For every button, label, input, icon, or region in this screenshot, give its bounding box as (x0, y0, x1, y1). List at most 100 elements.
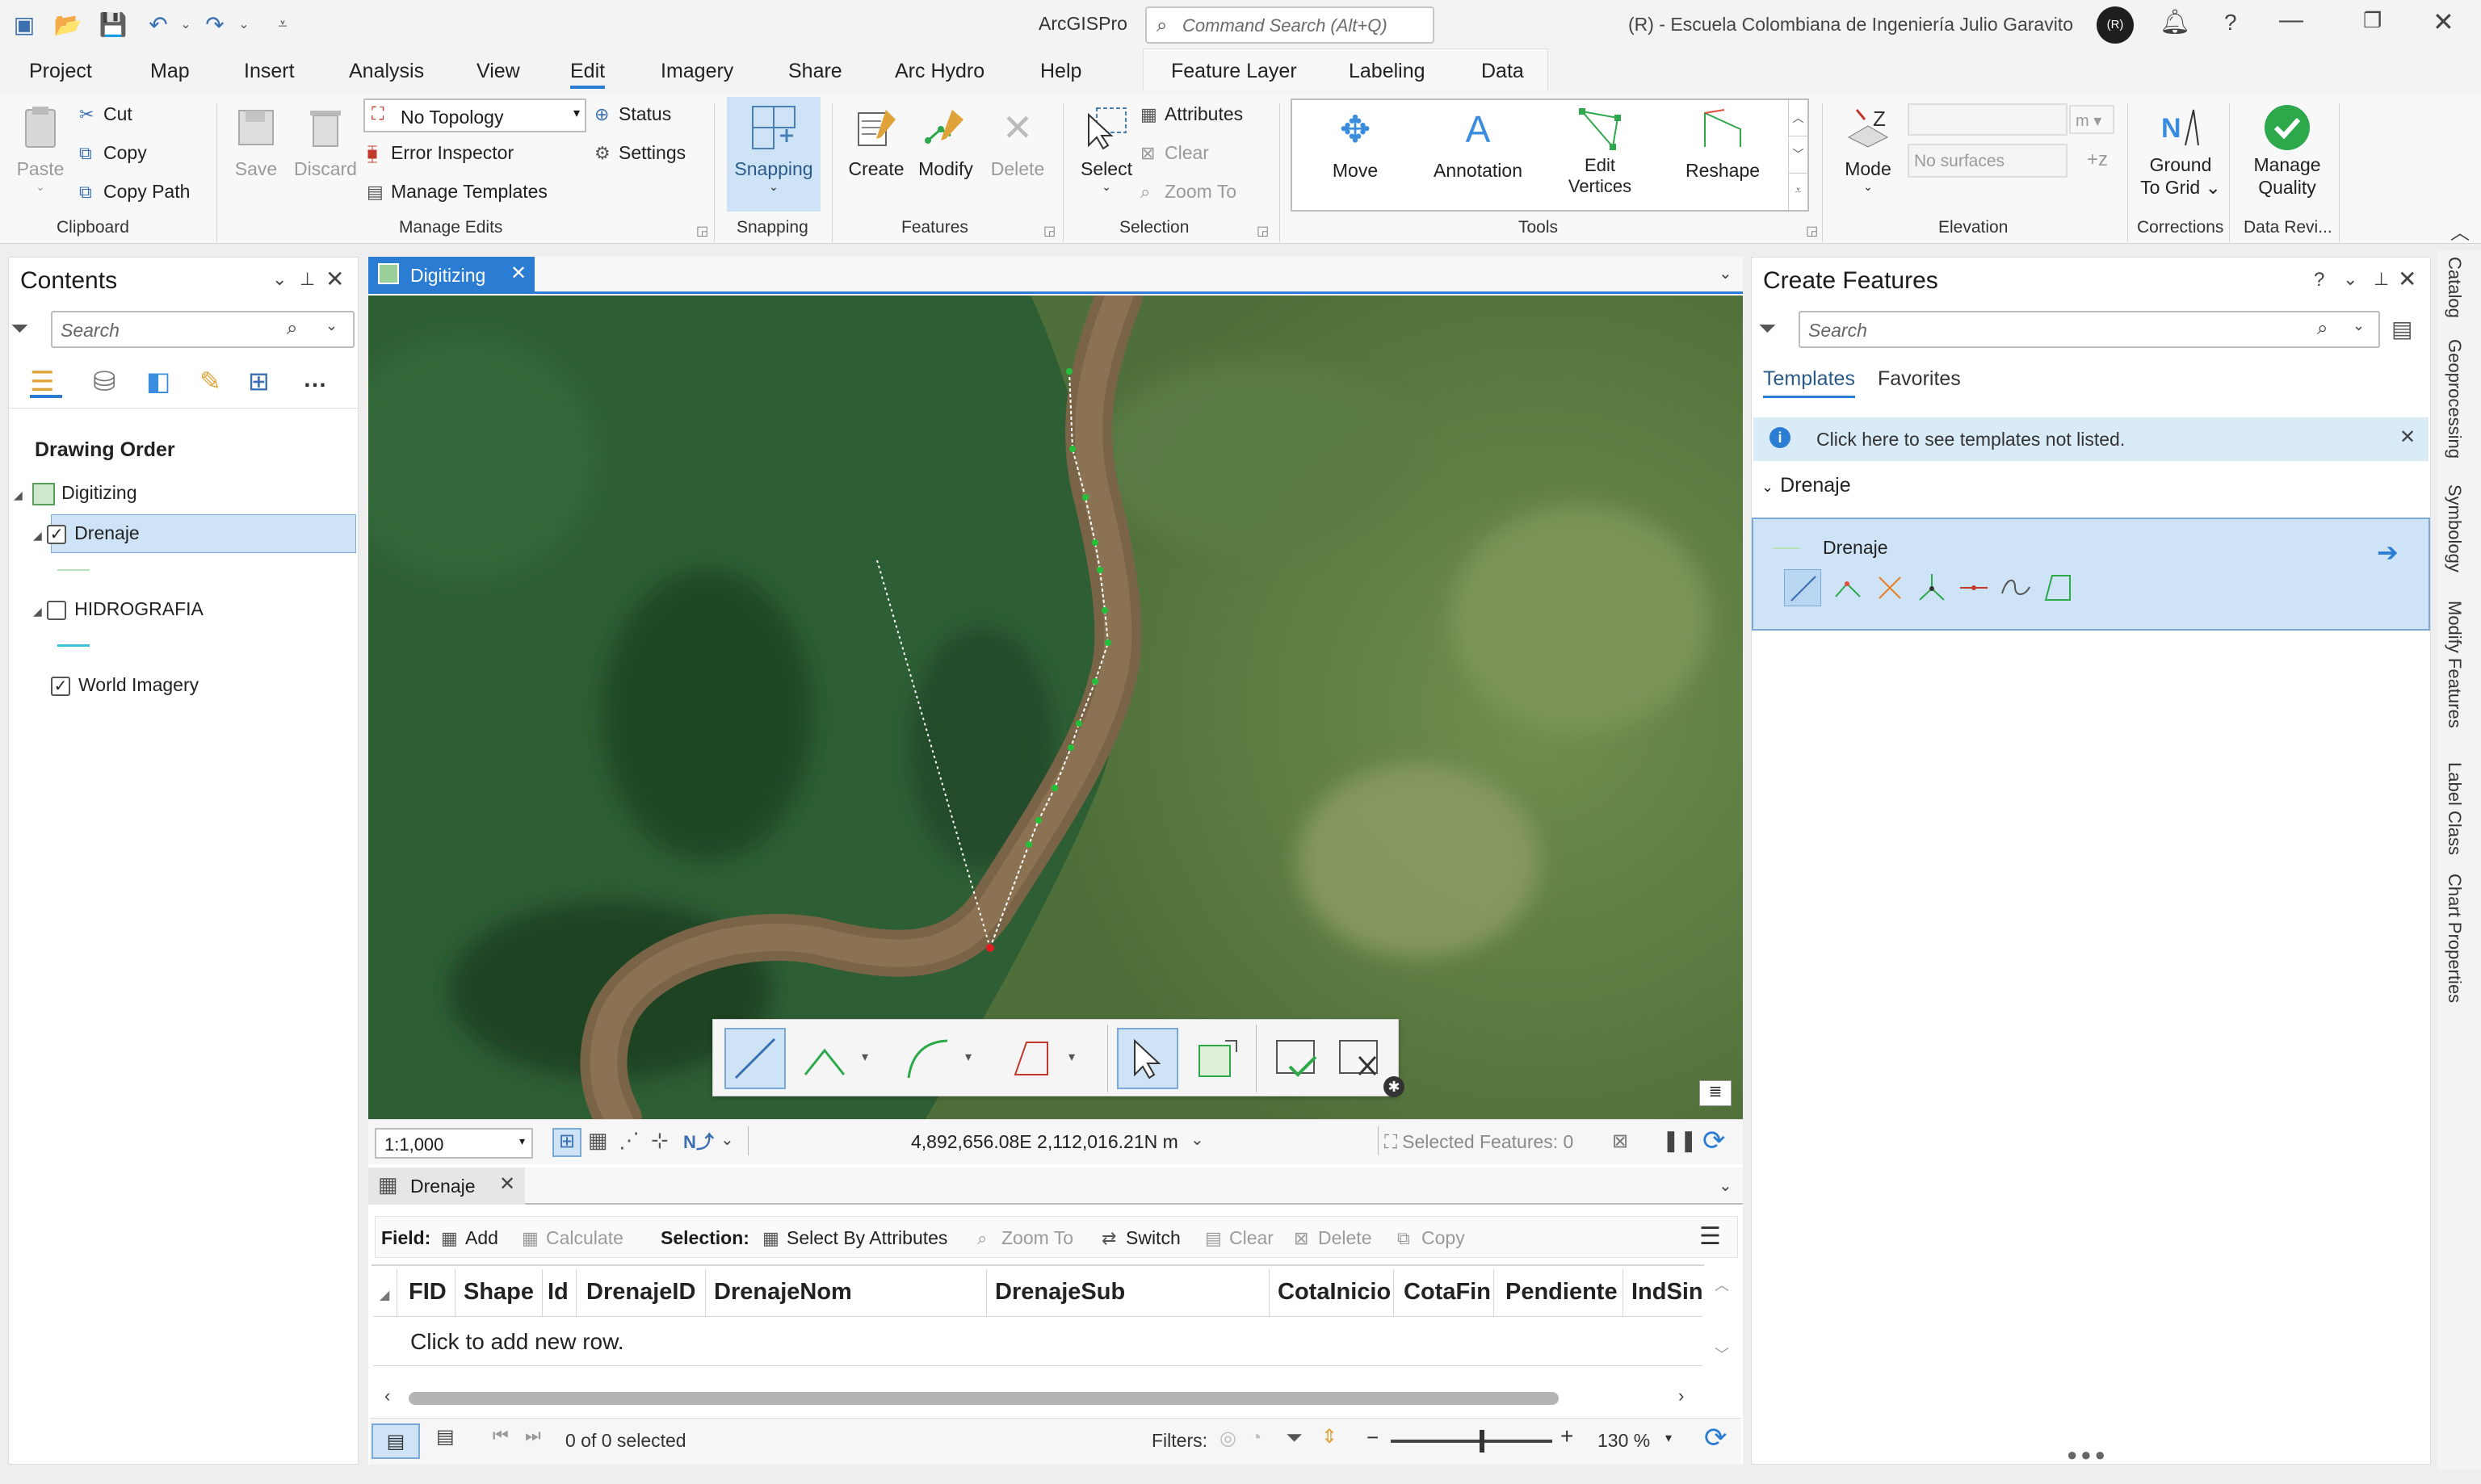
calculate-field-button[interactable]: ▦ Calculate (522, 1227, 623, 1249)
gallery-scroll[interactable]: ︿ ﹀ ⩡ (1788, 100, 1807, 210)
column-header-pendiente[interactable]: Pendiente (1494, 1269, 1623, 1316)
column-header-indsin[interactable]: IndSin (1623, 1269, 1702, 1316)
edit-select-tool[interactable] (1117, 1028, 1178, 1089)
manage-templates-icon[interactable]: ▤ (2391, 316, 2412, 342)
tab-modify-features[interactable]: Modify Features (2444, 601, 2465, 728)
polyline-tool[interactable] (794, 1028, 855, 1089)
notifications-icon[interactable]: 🔔︎ (2160, 8, 2190, 36)
add-field-button[interactable]: ▦ Add (441, 1227, 498, 1249)
template-drenaje[interactable]: Drenaje ➔ (1752, 518, 2430, 631)
cancel-sketch-button[interactable] (1329, 1028, 1390, 1089)
column-header-fid[interactable]: FID (399, 1269, 455, 1316)
undo-dropdown-icon[interactable]: ⌄ (171, 10, 200, 39)
close-pane-icon[interactable]: ✕ (325, 266, 344, 292)
zoom-to-button[interactable]: ⌕ Zoom To (977, 1227, 1073, 1249)
template-tool-trace[interactable] (1913, 569, 1950, 606)
show-all-records-icon[interactable]: ▤ (372, 1423, 420, 1459)
refresh-icon[interactable]: ⟳ (1702, 1125, 1726, 1157)
tab-help[interactable]: Help (1040, 60, 1081, 83)
info-banner[interactable]: i Click here to see templates not listed.… (1753, 417, 2429, 461)
scale-select[interactable]: 1:1,000 ▾ (375, 1128, 533, 1159)
column-header-cotainicio[interactable]: CotaInicio (1270, 1269, 1394, 1316)
close-tab-icon[interactable]: ✕ (510, 262, 527, 285)
info-message[interactable]: Click here to see templates not listed. (1816, 429, 2125, 451)
tab-insert[interactable]: Insert (244, 60, 295, 83)
refresh-table-icon[interactable]: ⟳ (1704, 1422, 1727, 1454)
copy-button[interactable]: ⧉ Copy (79, 142, 147, 164)
filter-query-icon[interactable]: ⏷ (1286, 1425, 1303, 1451)
list-by-selection-icon[interactable]: ◧ (146, 366, 170, 396)
template-tool-right-angle[interactable] (2039, 569, 2076, 606)
tab-edit[interactable]: Edit (570, 60, 606, 89)
tab-templates[interactable]: Templates (1763, 367, 1855, 398)
avatar[interactable]: (R) (2097, 6, 2134, 44)
elevation-offset-icon[interactable]: +z (2087, 149, 2108, 171)
horizontal-scrollbar[interactable]: ‹ › (373, 1385, 1706, 1410)
filter-icon[interactable]: ⏷ (1758, 316, 1776, 342)
elevation-unit-select[interactable]: m ▾ (2069, 105, 2114, 134)
toolbar-settings-icon[interactable]: ✱ (1383, 1076, 1404, 1097)
redo-icon[interactable]: ↷ (200, 10, 229, 39)
column-header-drenajenom[interactable]: DrenajeNom (706, 1269, 987, 1316)
clear-selection-button[interactable]: ⊠ Clear (1140, 142, 1209, 164)
north-arrow-icon[interactable]: N⤴ (683, 1128, 714, 1154)
table-menu-icon[interactable]: ☰ (1699, 1222, 1721, 1251)
chevron-down-icon[interactable]: ▾ (1068, 1049, 1075, 1065)
restore-icon[interactable]: ❐ (2363, 8, 2382, 33)
close-tab-icon[interactable]: ✕ (499, 1172, 515, 1196)
filter-extent-icon[interactable]: ◎ (1220, 1427, 1236, 1450)
undo-icon[interactable]: ↶ (144, 10, 173, 39)
tab-feature-layer[interactable]: Feature Layer (1171, 60, 1297, 83)
template-tool-segment[interactable] (1955, 569, 1992, 606)
tab-label-class[interactable]: Label Class (2444, 762, 2465, 855)
collapse-icon[interactable]: ◢ (33, 605, 42, 618)
copy-path-button[interactable]: ⧉ Copy Path (79, 181, 190, 203)
pane-options-icon[interactable]: ⌄ (2343, 269, 2357, 290)
tab-share[interactable]: Share (788, 60, 842, 83)
pane-options-icon[interactable]: ⌄ (272, 269, 287, 290)
pin-icon[interactable]: ⊥ (2374, 269, 2389, 290)
tab-project[interactable]: Project (29, 60, 92, 83)
tab-analysis[interactable]: Analysis (349, 60, 424, 83)
chevron-down-icon[interactable]: ⌄ (720, 1130, 734, 1150)
show-selected-records-icon[interactable]: ▤ (436, 1425, 455, 1448)
column-header-cotafin[interactable]: CotaFin (1394, 1269, 1494, 1316)
template-tool-freehand[interactable] (1997, 569, 2034, 606)
new-project-icon[interactable]: ▣ (10, 10, 39, 39)
map-canvas[interactable]: ≣ (368, 296, 1743, 1119)
elevation-surface-select[interactable]: No surfaces (1908, 144, 2068, 178)
chevron-up-icon[interactable]: ︿ (1789, 100, 1807, 136)
zoom-in-table-icon[interactable]: + (1560, 1423, 1573, 1449)
table-zoom-level[interactable]: 130 % (1597, 1430, 1650, 1452)
pin-icon[interactable]: ⊥ (300, 269, 315, 290)
dialog-launcher-icon[interactable]: ◲ (696, 223, 708, 239)
map-overview-icon[interactable]: ⊠ (1612, 1130, 1628, 1153)
filter-range-icon[interactable]: ⇕ (1321, 1425, 1337, 1448)
discard-button[interactable]: Discard (291, 102, 360, 215)
dialog-launcher-icon[interactable]: ◲ (1043, 223, 1056, 239)
dialog-launcher-icon[interactable]: ◲ (1257, 223, 1269, 239)
right-angle-tool[interactable] (1001, 1028, 1062, 1089)
reshape-tool[interactable]: Reshape (1678, 103, 1767, 216)
map-tips-icon[interactable]: ≣ (1699, 1080, 1732, 1106)
modify-button[interactable]: Modify (911, 102, 980, 215)
template-tool-line[interactable] (1784, 569, 1821, 606)
first-record-icon[interactable]: ⏮ (493, 1425, 509, 1446)
scroll-right-icon[interactable]: › (1678, 1385, 1684, 1406)
cut-button[interactable]: ✂ Cut (79, 103, 132, 125)
list-by-source-icon[interactable]: ⛁ (93, 366, 116, 398)
chevron-down-icon[interactable]: ▾ (965, 1049, 972, 1065)
template-tool-polyline[interactable] (1829, 569, 1866, 606)
tab-favorites[interactable]: Favorites (1878, 367, 1961, 391)
redo-dropdown-icon[interactable]: ⌄ (229, 10, 258, 39)
create-button[interactable]: Create (843, 102, 909, 215)
tab-digitizing[interactable]: Digitizing ✕ (368, 257, 535, 294)
collapse-ribbon-icon[interactable]: ︿ (2450, 216, 2470, 245)
customize-toolbar-icon[interactable]: ⩡ (268, 10, 297, 39)
dialog-launcher-icon[interactable]: ◲ (1806, 223, 1818, 239)
line-tool[interactable] (724, 1028, 786, 1089)
minimize-icon[interactable]: — (2279, 6, 2303, 34)
annotation-tool[interactable]: A Annotation (1426, 103, 1530, 216)
search-icon[interactable]: ⌕ (2317, 317, 2328, 340)
zoom-to-selection-button[interactable]: ⌕ Zoom To (1140, 181, 1236, 203)
